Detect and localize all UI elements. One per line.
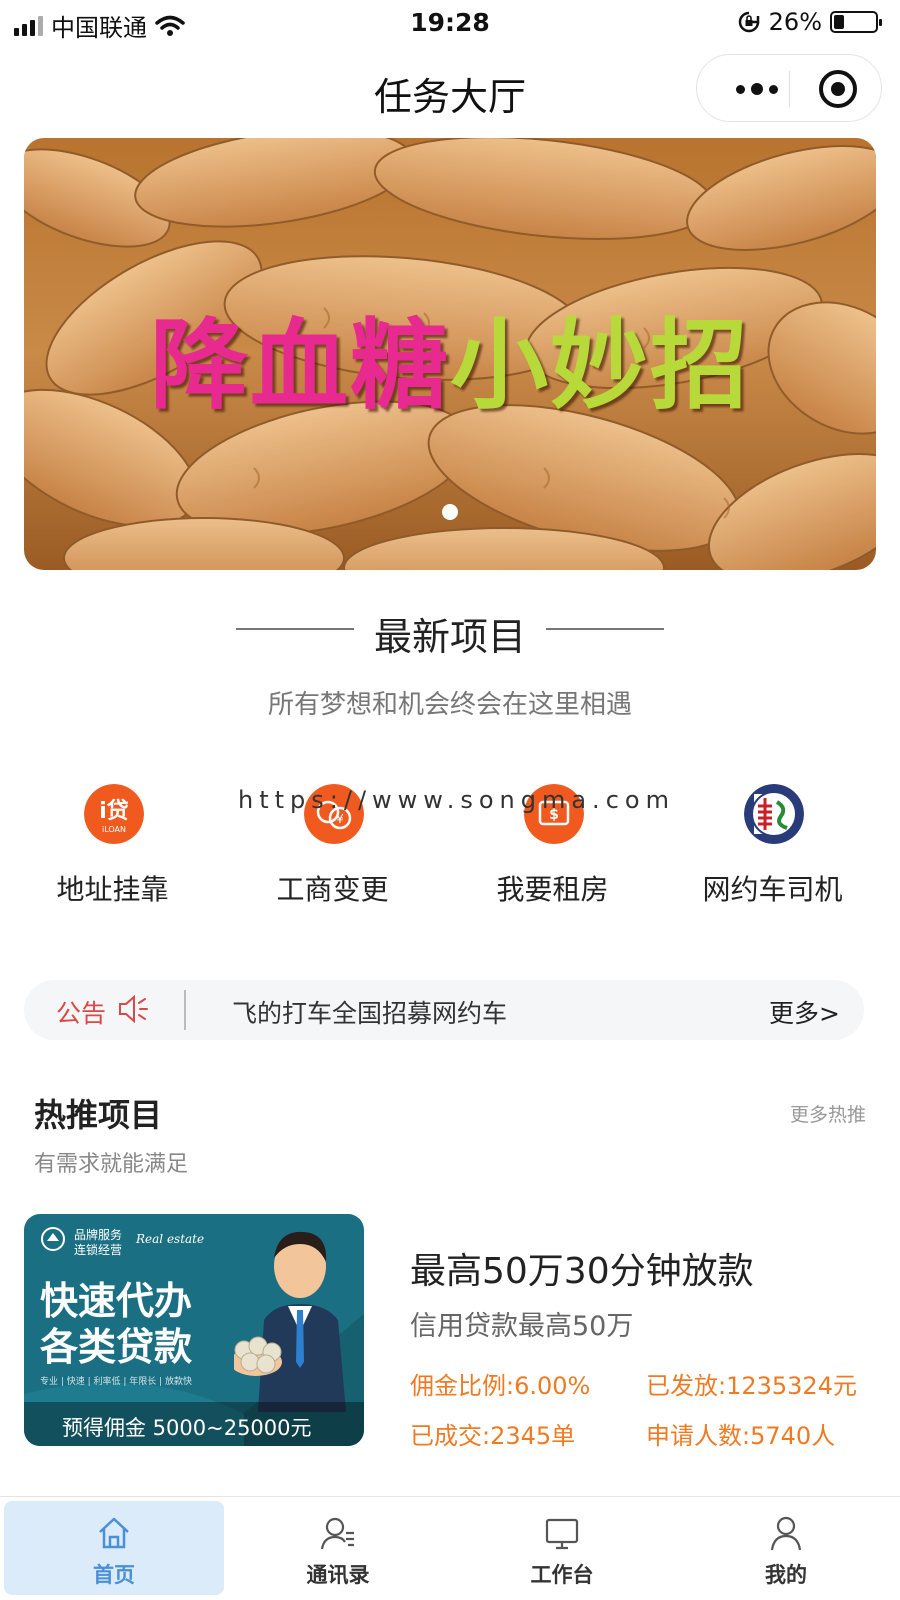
hot-section-title: 热推项目 [34,1096,163,1134]
section-header: 最新项目 [0,602,900,659]
notice-text: 飞的打车全国招募网约车 [232,999,508,1028]
user-icon [770,1516,802,1551]
image-features: 专业 | 快速 | 利率低 | 年限长 | 放款快 [40,1377,193,1387]
product-subtitle: 信用贷款最高50万 [410,1311,634,1342]
image-headline: 快速代办 各类贷款 [40,1278,192,1370]
category-label: 地址挂靠 [56,873,169,906]
loan-icon: i贷 iLOAN [84,784,144,844]
tab-workbench[interactable]: 工作台 [452,1501,672,1595]
tab-contacts[interactable]: 通讯录 [228,1501,448,1595]
tab-label: 我的 [765,1563,807,1587]
notice-more-link[interactable]: 更多> [769,994,840,1030]
tab-bar: 首页 通讯录 工作台 我的 [0,1496,900,1600]
tab-home[interactable]: 首页 [4,1501,224,1595]
banner-headline-char: 血 [249,309,350,423]
carousel-indicator [442,504,458,520]
svg-text:iLOAN: iLOAN [102,825,126,834]
svg-text:i贷: i贷 [99,798,129,824]
commission-range-text: 预得佣金 5000~25000元 [62,1416,312,1440]
stat-applicants: 申请人数:5740人 [646,1422,836,1450]
image-headline-line2: 各类贷款 [40,1325,193,1369]
header-line-right [546,628,664,630]
status-bar: 中国联通 19:28 26% [0,0,900,44]
banner-headline-char: 妙 [550,309,651,423]
category-ride-driver[interactable]: 网约车司机 [660,780,885,910]
watermark-text: https://www.songma.com [238,786,675,814]
product-title[interactable]: 最高50万30分钟放款 [410,1242,754,1294]
businessman-illustration [234,1231,346,1412]
stat-issued-amount: 已发放:1235324元 [646,1372,857,1400]
tab-label: 首页 [93,1563,135,1587]
category-label: 工商变更 [276,873,389,906]
banner-headline-char: 糖 [349,309,450,423]
monitor-icon [545,1518,579,1550]
stat-deals: 已成交:2345单 [410,1422,576,1450]
notice-bar[interactable]: 公告 飞的打车全国招募网约车 更多> [24,980,864,1040]
banner-headline-char: 小 [450,309,551,423]
tab-label: 工作台 [530,1563,594,1587]
category-label: 网约车司机 [702,873,843,906]
hot-section-subtitle: 有需求就能满足 [34,1152,189,1177]
section-subtitle: 所有梦想和机会终会在这里相遇 [267,690,632,720]
status-right: 26% [737,8,882,36]
more-dots-icon[interactable] [727,77,787,101]
brand-logo-icon [41,1227,65,1251]
tab-profile[interactable]: 我的 [676,1501,896,1595]
home-icon [99,1517,129,1549]
image-headline-line1: 快速代办 [40,1279,193,1323]
banner-headline-char: 降 [149,309,250,423]
image-brand-en: Real estate [136,1232,205,1246]
commission-bar: 预得佣金 5000~25000元 [24,1402,364,1446]
notice-divider [184,990,186,1030]
battery-icon [830,11,882,33]
category-address[interactable]: i贷 iLOAN 地址挂靠 [0,780,225,910]
speaker-icon [119,994,148,1024]
nav-bar: 任务大厅 [0,48,900,128]
banner-headline: 降血糖小妙招 [24,286,876,428]
battery-percent: 26% [768,8,822,36]
section-title: 最新项目 [373,615,526,659]
category-label: 我要租房 [496,873,609,906]
rotation-lock-icon [738,11,759,33]
stat-commission-rate: 佣金比例:6.00% [410,1372,591,1400]
mini-program-capsule [696,54,882,122]
svg-text:¥: ¥ [336,812,344,826]
contacts-icon [320,1517,354,1550]
car-brand-logo-icon [744,784,804,844]
product-image[interactable]: 品牌服务 连锁经营 Real estate 快速代办 各类贷款 专业 | 快速 … [24,1214,364,1446]
banner-headline-char: 招 [650,309,751,423]
tab-label: 通讯录 [306,1563,370,1587]
hot-more-link[interactable]: 更多热推 [790,1100,866,1127]
notice-tag: 公告 [56,999,107,1028]
banner-carousel[interactable]: 降血糖小妙招 [24,138,876,570]
image-brand-line2: 连锁经营 [74,1243,123,1257]
capsule-divider [789,71,790,107]
close-target-icon[interactable] [819,70,857,108]
